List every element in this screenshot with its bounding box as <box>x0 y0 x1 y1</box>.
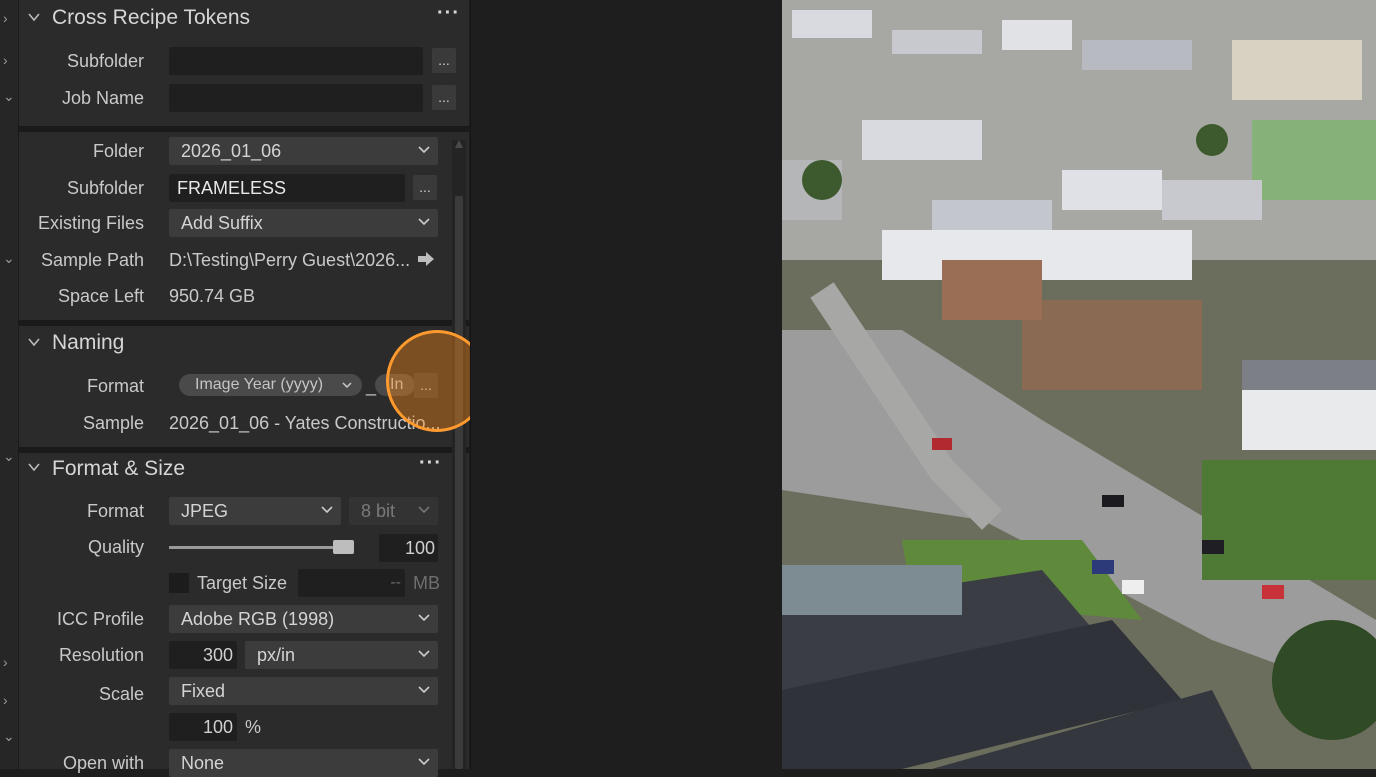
target-size-checkbox[interactable] <box>169 573 189 593</box>
chevron-down-icon[interactable]: ⌄ <box>3 449 15 463</box>
file-format-label: Format <box>86 501 144 521</box>
folder-label: Folder <box>92 141 144 161</box>
empty-viewer-area <box>470 0 783 769</box>
job-name-browse-button[interactable]: ... <box>432 85 456 110</box>
target-size-field[interactable]: -- <box>298 569 405 597</box>
chevron-down-icon <box>418 146 430 154</box>
target-size-unit: MB <box>413 573 440 593</box>
left-tool-strip: › › ⌄ ⌄ ⌄ › › ⌄ <box>0 0 19 769</box>
icc-profile-select[interactable]: Adobe RGB (1998) <box>169 605 438 633</box>
panel-scrollbar[interactable] <box>452 140 466 769</box>
resolution-label: Resolution <box>58 645 144 665</box>
chevron-right-icon[interactable]: › <box>3 693 15 707</box>
chevron-down-icon <box>321 506 333 514</box>
quality-value-field[interactable]: 100 <box>379 534 438 562</box>
existing-files-label: Existing Files <box>37 213 144 233</box>
token-subfolder-field[interactable] <box>169 47 423 75</box>
chevron-down-icon <box>418 218 430 226</box>
existing-files-select[interactable]: Add Suffix <box>169 209 438 237</box>
section-divider <box>19 447 469 453</box>
naming-token-image-year[interactable]: Image Year (yyyy) <box>179 374 362 396</box>
section-title-naming[interactable]: Naming <box>52 331 124 355</box>
scale-percent-field[interactable]: 100 <box>169 713 237 741</box>
arrow-right-icon[interactable] <box>417 250 435 268</box>
chevron-down-icon <box>418 614 430 622</box>
chevron-right-icon[interactable]: › <box>3 11 15 25</box>
chevron-down-icon[interactable] <box>27 335 41 349</box>
space-left-label: Space Left <box>57 286 144 306</box>
resolution-unit-value: px/in <box>257 645 296 665</box>
section-title-cross-recipe-tokens[interactable]: Cross Recipe Tokens <box>52 6 250 30</box>
subfolder-browse-button[interactable]: ... <box>432 48 456 73</box>
section-title-format-size[interactable]: Format & Size <box>52 457 185 481</box>
folder-select[interactable]: 2026_01_06 <box>169 137 438 165</box>
aerial-neighborhood-photo <box>782 0 1376 769</box>
chevron-down-icon[interactable]: ⌄ <box>3 89 15 103</box>
output-subfolder-browse-button[interactable]: ... <box>413 175 437 200</box>
job-name-field[interactable] <box>169 84 423 112</box>
chevron-down-icon <box>418 650 430 658</box>
scale-label: Scale <box>98 684 144 704</box>
scale-select[interactable]: Fixed <box>169 677 438 705</box>
chevron-down-icon[interactable]: ⌄ <box>3 729 15 743</box>
scroll-up-icon[interactable] <box>455 140 463 148</box>
chevron-down-icon <box>418 506 430 514</box>
file-format-select[interactable]: JPEG <box>169 497 341 525</box>
open-with-select[interactable]: None <box>169 749 438 777</box>
icc-profile-label: ICC Profile <box>56 609 144 629</box>
subfolder-label: Subfolder <box>66 178 144 198</box>
chevron-down-icon[interactable] <box>27 460 41 474</box>
chevron-down-icon <box>418 686 430 694</box>
folder-select-value: 2026_01_06 <box>181 141 282 161</box>
open-with-label: Open with <box>62 753 144 773</box>
naming-token-label: Image Year (yyyy) <box>195 376 324 393</box>
space-left-value: 950.74 GB <box>169 286 256 306</box>
chevron-down-icon <box>418 758 430 766</box>
chevron-right-icon[interactable]: › <box>3 655 15 669</box>
more-options-icon[interactable]: ··· <box>419 452 442 475</box>
section-divider <box>19 320 469 326</box>
sample-path-value: D:\Testing\Perry Guest\2026... <box>169 250 411 270</box>
subfolder-label: Subfolder <box>66 51 144 71</box>
open-with-value: None <box>181 753 225 773</box>
chevron-right-icon[interactable]: › <box>3 53 15 67</box>
bit-depth-select[interactable]: 8 bit <box>349 497 438 525</box>
bit-depth-value: 8 bit <box>361 501 396 521</box>
resolution-unit-select[interactable]: px/in <box>245 641 438 669</box>
job-name-label: Job Name <box>61 88 144 108</box>
percent-sign: % <box>245 717 262 737</box>
resolution-field[interactable]: 300 <box>169 641 237 669</box>
preview-image <box>782 0 1376 769</box>
more-options-icon[interactable]: ··· <box>437 2 460 25</box>
quality-slider-track[interactable] <box>169 546 339 549</box>
existing-files-value: Add Suffix <box>181 213 263 233</box>
scale-value: Fixed <box>181 681 226 701</box>
file-format-value: JPEG <box>181 501 229 521</box>
quality-slider-thumb[interactable] <box>333 540 354 554</box>
naming-sample-label: Sample <box>82 413 144 433</box>
scrollbar-thumb[interactable] <box>455 196 463 769</box>
naming-format-label: Format <box>86 376 144 396</box>
chevron-down-icon <box>342 382 352 389</box>
chevron-down-icon[interactable]: ⌄ <box>3 251 15 265</box>
icc-profile-value: Adobe RGB (1998) <box>181 609 335 629</box>
chevron-down-icon[interactable] <box>27 10 41 24</box>
sample-path-label: Sample Path <box>40 250 144 270</box>
output-subfolder-field[interactable]: FRAMELESS <box>169 174 405 202</box>
section-divider <box>19 126 469 132</box>
target-size-label: Target Size <box>197 573 288 593</box>
quality-label: Quality <box>87 537 144 557</box>
